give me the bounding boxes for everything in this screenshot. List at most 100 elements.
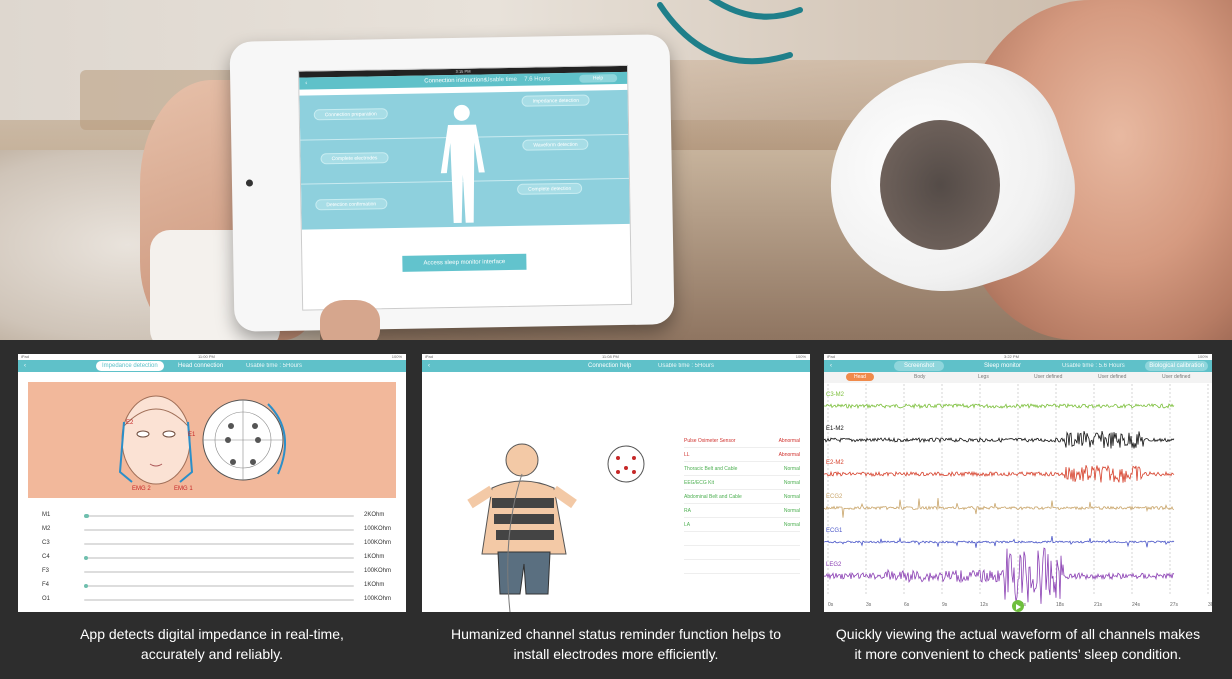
channel-label: ECG1: [826, 528, 843, 534]
channel-status: Normal: [783, 466, 800, 472]
patient-figure-icon: [467, 443, 577, 612]
impedance-row: M1 2KOhm: [42, 510, 392, 522]
channel-status-row: Thoracic Belt and Cable Normal: [684, 462, 800, 476]
impedance-bar: [84, 571, 354, 573]
tab-impedance-detection[interactable]: Impedance detection: [96, 361, 164, 371]
time-tick-label: 30s: [1208, 602, 1212, 608]
nav-title: Connection instructions: [424, 77, 487, 85]
impedance-value: 1KOhm: [364, 582, 385, 588]
hero-photo: 3:15 PM ‹ Connection instructions Usable…: [0, 0, 1232, 340]
time-tick-label: 18s: [1056, 602, 1065, 608]
human-silhouette-icon: [440, 104, 485, 223]
play-icon: [1016, 604, 1021, 610]
channel-name: O1: [42, 596, 51, 602]
channel-group-tabs: Head Body Legs User defined User defined…: [824, 372, 1212, 383]
usable-time: Usable time : 5.6 Hours: [1062, 363, 1125, 369]
impedance-bar: [84, 599, 354, 601]
impedance-bar: [84, 556, 354, 560]
channel-name: C4: [42, 554, 50, 560]
pill-connection-preparation[interactable]: Connection preparation: [313, 108, 388, 121]
tab-legs[interactable]: Legs: [978, 374, 989, 380]
tab-head[interactable]: Head: [846, 373, 874, 381]
waveform-trace: [824, 547, 1175, 604]
impedance-value: 100KOhm: [364, 596, 392, 602]
thumb: [320, 300, 380, 340]
channel-status: Normal: [783, 494, 800, 500]
channel-name: F4: [42, 582, 50, 588]
channel-label: E2-M2: [826, 460, 844, 466]
biological-calibration-button[interactable]: Biological calibration: [1145, 361, 1208, 371]
impedance-value: 100KOhm: [364, 568, 392, 574]
electrode-label-emg2: EMG 2: [132, 486, 151, 492]
channel-name: Pulse Oximeter Sensor: [684, 438, 736, 444]
impedance-panel: iPad 11:00 PM 100% ‹ Impedance detection…: [18, 354, 406, 612]
pill-detection-confirmation[interactable]: Detection confirmation: [315, 198, 388, 211]
tab-user-defined[interactable]: User defined: [1098, 374, 1126, 380]
waveform-svg: 0s3s6s9s12s15s18s21s24s27s30sC3-M2E1-M2E…: [824, 384, 1212, 608]
time-tick-label: 3s: [866, 602, 872, 608]
tab-body[interactable]: Body: [914, 374, 925, 380]
channel-status: Normal: [783, 522, 800, 528]
impedance-row: F3 100KOhm: [42, 566, 392, 578]
nav-hours: 7.6 Hours: [524, 76, 551, 83]
time-tick-label: 27s: [1170, 602, 1179, 608]
status-time: 3:15 PM: [455, 68, 471, 74]
impedance-value: 100KOhm: [364, 526, 392, 532]
play-button[interactable]: [1012, 600, 1024, 612]
sleep-monitor-panel: iPad 3:22 PM 100% ‹ Screenshot Sleep mon…: [824, 354, 1212, 612]
empty-row: [684, 532, 800, 546]
impedance-bar: [84, 543, 354, 545]
channel-name: Abdominal Belt and Cable: [684, 494, 742, 500]
time-tick-label: 24s: [1132, 602, 1141, 608]
waveform-trace: [824, 403, 1175, 410]
usable-time: Usable time : 5Hours: [246, 363, 303, 369]
access-sleep-monitor-button[interactable]: Access sleep monitor interface: [402, 253, 527, 272]
electrode-face-diagram: E2 E1 EMG 2 EMG 1: [28, 382, 396, 498]
impedance-row: C3 100KOhm: [42, 538, 392, 550]
tab-head-connection[interactable]: Head connection: [178, 360, 223, 372]
tablet-camera: [245, 179, 254, 187]
caption-impedance: App detects digital impedance in real-ti…: [18, 624, 406, 664]
pill-waveform-detection[interactable]: Waveform detection: [522, 138, 589, 151]
channel-status-row: EEG/ECG Kit Normal: [684, 476, 800, 490]
back-arrow-icon[interactable]: ‹: [830, 360, 832, 372]
empty-row: [684, 546, 800, 560]
channel-status: Normal: [783, 508, 800, 514]
pill-complete-detection[interactable]: Complete detection: [517, 182, 583, 195]
time-tick-label: 21s: [1094, 602, 1103, 608]
help-button[interactable]: Help: [578, 74, 618, 83]
channel-label: LEG2: [826, 562, 842, 568]
nav-title: Sleep monitor: [984, 363, 1022, 369]
impedance-row: C4 1KOhm: [42, 552, 392, 564]
time-tick-label: 9s: [942, 602, 948, 608]
screenshot-button[interactable]: Screenshot: [894, 361, 945, 371]
pill-complete-electrodes[interactable]: Complete electrodes: [320, 152, 389, 165]
face-electrode-icon: [118, 395, 286, 485]
waveform-trace: [824, 536, 1175, 548]
nav-bar: ‹ Impedance detection Head connection Us…: [18, 360, 406, 372]
back-arrow-icon[interactable]: ‹: [24, 360, 26, 372]
channel-name: M2: [42, 526, 51, 532]
tablet-device: 3:15 PM ‹ Connection instructions Usable…: [229, 34, 675, 332]
time-tick-label: 12s: [980, 602, 989, 608]
channel-status-row: LL Abnormal: [684, 448, 800, 462]
nav-usable: Usable time: [485, 76, 517, 84]
tab-user-defined[interactable]: User defined: [1162, 374, 1190, 380]
impedance-row: F4 1KOhm: [42, 580, 392, 592]
nav-bar: ‹ Screenshot Sleep monitor Usable time :…: [824, 360, 1212, 372]
channel-name: LA: [684, 522, 691, 528]
back-arrow-icon[interactable]: ‹: [305, 78, 307, 90]
waveform-trace: [824, 430, 1175, 449]
connection-help-panel: iPad 11:08 PM 100% ‹ Connection help Usa…: [422, 354, 810, 612]
pill-impedance-detection[interactable]: Impedance detection: [521, 94, 591, 107]
electrode-label-emg1: EMG 1: [174, 486, 193, 492]
head-electrode-icon: [607, 445, 645, 483]
tab-user-defined[interactable]: User defined: [1034, 374, 1062, 380]
impedance-bar: [84, 584, 354, 588]
channel-name: EEG/ECG Kit: [684, 480, 715, 486]
back-arrow-icon[interactable]: ‹: [428, 360, 430, 372]
channel-name: RA: [684, 508, 691, 514]
nav-bar: ‹ Connection help Usable time : 5Hours: [422, 360, 810, 372]
channel-status-row: Abdominal Belt and Cable Normal: [684, 490, 800, 504]
electrode-label-e2: E2: [126, 420, 134, 426]
